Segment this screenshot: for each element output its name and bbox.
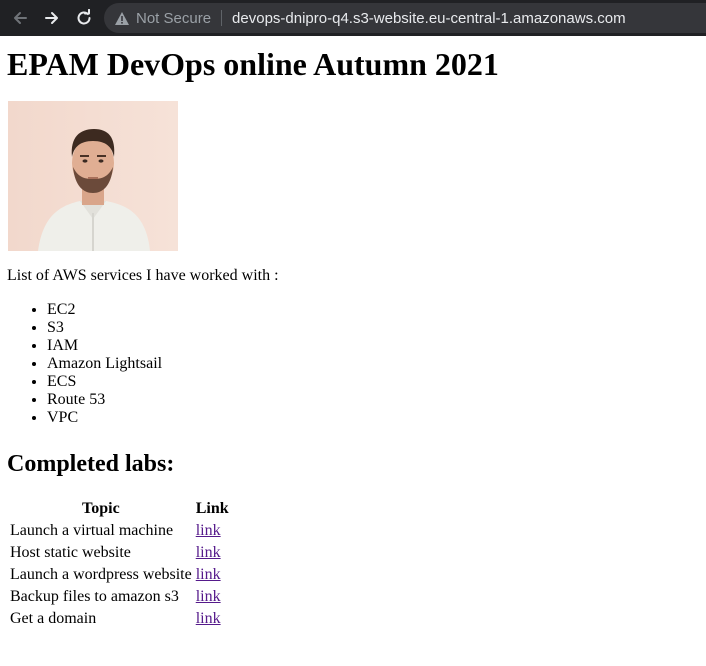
arrow-left-icon bbox=[14, 12, 27, 24]
table-header-row: Topic Link bbox=[9, 499, 230, 519]
forward-button[interactable] bbox=[40, 6, 64, 30]
labs-heading: Completed labs: bbox=[7, 451, 175, 477]
list-item: EC2 bbox=[47, 301, 698, 319]
services-list: EC2 S3 IAM Amazon Lightsail ECS Route 53… bbox=[8, 301, 698, 427]
profile-photo bbox=[8, 101, 178, 251]
reload-button[interactable] bbox=[72, 6, 96, 30]
browser-toolbar: Not Secure devops-dnipro-q4.s3-website.e… bbox=[0, 0, 706, 36]
arrow-right-icon bbox=[45, 12, 58, 24]
list-item: Amazon Lightsail bbox=[47, 355, 698, 373]
list-item: Route 53 bbox=[47, 391, 698, 409]
table-row: Launch a virtual machine link bbox=[9, 521, 230, 541]
back-button[interactable] bbox=[8, 6, 32, 30]
lab-link[interactable]: link bbox=[196, 544, 221, 561]
column-header-topic: Topic bbox=[82, 500, 120, 517]
page-content: EPAM DevOps online Autumn 2021 List of A… bbox=[0, 46, 706, 631]
list-item: ECS bbox=[47, 373, 698, 391]
list-item: VPC bbox=[47, 409, 698, 427]
lab-link[interactable]: link bbox=[196, 566, 221, 583]
services-intro: List of AWS services I have worked with … bbox=[7, 267, 279, 284]
table-row: Get a domain link bbox=[9, 609, 230, 629]
url-text[interactable]: devops-dnipro-q4.s3-website.eu-central-1… bbox=[232, 10, 626, 27]
lab-topic: Launch a virtual machine bbox=[10, 522, 174, 539]
labs-table: Topic Link Launch a virtual machine link… bbox=[7, 497, 232, 631]
address-bar[interactable]: Not Secure devops-dnipro-q4.s3-website.e… bbox=[104, 3, 706, 33]
lab-topic: Host static website bbox=[10, 544, 131, 561]
lab-link[interactable]: link bbox=[196, 522, 221, 539]
lab-topic: Get a domain bbox=[10, 610, 97, 627]
column-header-link: Link bbox=[195, 500, 229, 517]
address-divider bbox=[221, 10, 223, 26]
lab-link[interactable]: link bbox=[196, 610, 221, 627]
warning-icon[interactable] bbox=[114, 11, 130, 26]
lab-topic: Launch a wordpress website bbox=[10, 566, 192, 583]
table-row: Host static website link bbox=[9, 543, 230, 563]
lab-link[interactable]: link bbox=[196, 588, 221, 605]
list-item: S3 bbox=[47, 319, 698, 337]
security-status[interactable]: Not Secure bbox=[136, 10, 211, 27]
reload-icon bbox=[77, 9, 91, 25]
page-title: EPAM DevOps online Autumn 2021 bbox=[7, 46, 499, 82]
table-row: Launch a wordpress website link bbox=[9, 565, 230, 585]
list-item: IAM bbox=[47, 337, 698, 355]
lab-topic: Backup files to amazon s3 bbox=[10, 588, 179, 605]
table-row: Backup files to amazon s3 link bbox=[9, 587, 230, 607]
